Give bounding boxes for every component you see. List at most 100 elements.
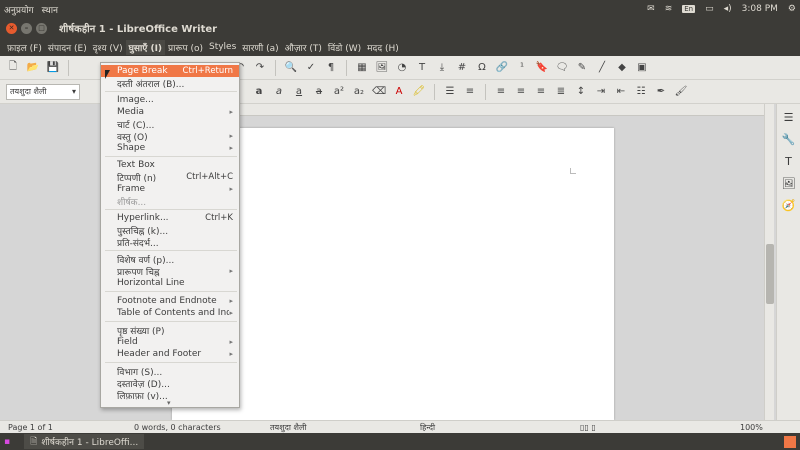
navigator-icon[interactable]: 🧭	[782, 198, 796, 212]
insert-image-icon[interactable]: 🖼	[375, 61, 389, 75]
align-right-icon[interactable]: ≡	[534, 85, 548, 99]
strikethrough-icon[interactable]: a	[312, 85, 326, 99]
view-layout-icon[interactable]: ▯▯ ▯	[576, 423, 736, 432]
menu-format[interactable]: प्रारूप (o)	[165, 40, 206, 55]
menu-file[interactable]: फ़ाइल (F)	[4, 40, 45, 55]
decrease-indent-icon[interactable]: ⇤	[614, 85, 628, 99]
document-language[interactable]: हिन्दी	[416, 422, 576, 433]
menu-window[interactable]: विंडो (W)	[325, 40, 364, 55]
special-character-icon[interactable]: Ω	[475, 61, 489, 75]
menu-item-text-box[interactable]: Text Box	[101, 159, 239, 171]
increase-indent-icon[interactable]: ⇥	[594, 85, 608, 99]
gallery-icon[interactable]: 🖼	[782, 176, 796, 190]
footnote-icon[interactable]: ¹	[515, 61, 529, 75]
menu-item-formatting-mark[interactable]: प्रारूपण चिह्न ▸	[101, 265, 239, 278]
pen-icon[interactable]: ✒	[654, 85, 668, 99]
menu-item-hyperlink[interactable]: Hyperlink... Ctrl+K	[101, 212, 239, 224]
chevron-down-icon[interactable]: ▾	[167, 399, 171, 407]
align-left-icon[interactable]: ≡	[494, 85, 508, 99]
maximize-window-button[interactable]: □	[36, 22, 47, 34]
underline-icon[interactable]: a	[292, 85, 306, 99]
menu-item-table-of-contents[interactable]: Table of Contents and Index ▸	[101, 307, 239, 319]
close-window-button[interactable]: ✕	[6, 22, 17, 34]
comment-icon[interactable]: 🗨	[555, 61, 569, 75]
menu-item-object[interactable]: वस्तु (O) ▸	[101, 130, 239, 143]
justify-icon[interactable]: ≣	[554, 85, 568, 99]
minimize-window-button[interactable]: –	[21, 22, 32, 34]
track-changes-icon[interactable]: ✎	[575, 61, 589, 75]
email-icon[interactable]: ✉	[647, 4, 655, 14]
menu-help[interactable]: मदद (H)	[364, 40, 402, 55]
insert-textbox-icon[interactable]: T	[415, 61, 429, 75]
find-replace-icon[interactable]: 🔍	[284, 61, 298, 75]
styles-icon[interactable]: T	[782, 154, 796, 168]
menu-item-shape[interactable]: Shape ▸	[101, 142, 239, 154]
bold-icon[interactable]: a	[252, 85, 266, 99]
menu-item-frame[interactable]: Frame ▸	[101, 183, 239, 195]
page-style[interactable]: तयशुदा शैली	[266, 422, 416, 433]
zoom-level[interactable]: 100%	[736, 423, 767, 432]
menu-insert[interactable]: घुसाएँ (I)	[125, 39, 166, 55]
menu-item-cross-reference[interactable]: प्रति-संदर्भ...	[101, 236, 239, 249]
line-icon[interactable]: ╱	[595, 61, 609, 75]
highlight-color-icon[interactable]: 🖍	[412, 85, 426, 99]
insert-table-icon[interactable]: ▦	[355, 61, 369, 75]
superscript-icon[interactable]: a²	[332, 85, 346, 99]
italic-icon[interactable]: a	[272, 85, 286, 99]
menu-table[interactable]: सारणी (a)	[239, 40, 281, 55]
numbered-list-icon[interactable]: ≡	[463, 85, 477, 99]
subscript-icon[interactable]: a₂	[352, 85, 366, 99]
save-icon[interactable]: 💾	[46, 61, 60, 75]
hyperlink-icon[interactable]: 🔗	[495, 61, 509, 75]
menu-item-media[interactable]: Media ▸	[101, 106, 239, 118]
bullet-list-icon[interactable]: ☰	[443, 85, 457, 99]
menu-view[interactable]: दृश्य (V)	[90, 40, 126, 55]
menu-tools[interactable]: औज़ार (T)	[282, 40, 325, 55]
menu-item-document[interactable]: दस्तावेज़ (D)...	[101, 377, 239, 390]
menu-item-page-break[interactable]: Page Break Ctrl+Return	[101, 65, 239, 77]
battery-icon[interactable]: ▭	[705, 4, 714, 14]
menu-edit[interactable]: संपादन (E)	[45, 40, 90, 55]
taskbar-writer-window[interactable]: 🗎 शीर्षकहीन 1 - LibreOffi...	[24, 434, 145, 449]
menu-item-bookmark[interactable]: पुस्तचिह्न (k)...	[101, 224, 239, 237]
power-icon[interactable]: ⚙	[788, 4, 796, 14]
workspace-switcher-icon[interactable]	[784, 435, 796, 448]
menu-item-chart[interactable]: चार्ट (C)...	[101, 118, 239, 131]
paragraph-icon[interactable]: ☷	[634, 85, 648, 99]
system-menu-applications[interactable]: अनुप्रयोग	[4, 3, 34, 16]
menu-item-horizontal-line[interactable]: Horizontal Line	[101, 277, 239, 289]
align-center-icon[interactable]: ≡	[514, 85, 528, 99]
menu-item-footnote-endnote[interactable]: Footnote and Endnote ▸	[101, 295, 239, 307]
menu-item-field[interactable]: Field ▸	[101, 336, 239, 348]
open-folder-icon[interactable]: 📂	[26, 61, 40, 75]
font-color-icon[interactable]: A	[392, 85, 406, 99]
menu-item-comment[interactable]: टिप्पणी (n) Ctrl+Alt+C	[101, 171, 239, 184]
paragraph-style-select[interactable]: तयशुदा शैली ▾	[6, 83, 80, 100]
menu-item-image[interactable]: Image...	[101, 94, 239, 106]
keyboard-layout-indicator[interactable]: En	[682, 5, 696, 13]
line-spacing-icon[interactable]: ↕	[574, 85, 588, 99]
menu-item-header-footer[interactable]: Header and Footer ▸	[101, 348, 239, 360]
menu-item-special-character[interactable]: विशेष वर्ण (p)...	[101, 253, 239, 266]
vertical-scrollbar[interactable]	[764, 104, 774, 420]
shapes-icon[interactable]: ◆	[615, 61, 629, 75]
insert-field-icon[interactable]: #	[455, 61, 469, 75]
volume-icon[interactable]: ◂)	[724, 4, 732, 14]
menu-item-section[interactable]: विभाग (S)...	[101, 365, 239, 378]
system-menu-places[interactable]: स्थान	[42, 3, 58, 16]
brush-icon[interactable]: 🖌	[674, 85, 688, 99]
properties-icon[interactable]: 🔧	[782, 132, 796, 146]
sidebar-menu-icon[interactable]: ☰	[782, 110, 796, 124]
menu-styles[interactable]: Styles	[206, 41, 239, 53]
clear-formatting-icon[interactable]: ⌫	[372, 85, 386, 99]
spellcheck-icon[interactable]: ✓	[304, 61, 318, 75]
bookmark-icon[interactable]: 🔖	[535, 61, 549, 75]
clock[interactable]: 3:08 PM	[742, 4, 778, 14]
scrollbar-thumb[interactable]	[766, 244, 774, 304]
menu-item-manual-break[interactable]: दस्ती अंतराल (B)...	[101, 77, 239, 90]
show-desktop-icon[interactable]: ▪	[4, 437, 10, 447]
insert-chart-icon[interactable]: ◔	[395, 61, 409, 75]
redo-icon[interactable]: ↷	[253, 61, 267, 75]
wifi-icon[interactable]: ≋	[665, 4, 673, 14]
menu-item-page-number[interactable]: पृष्ठ संख्या (P)	[101, 324, 239, 337]
